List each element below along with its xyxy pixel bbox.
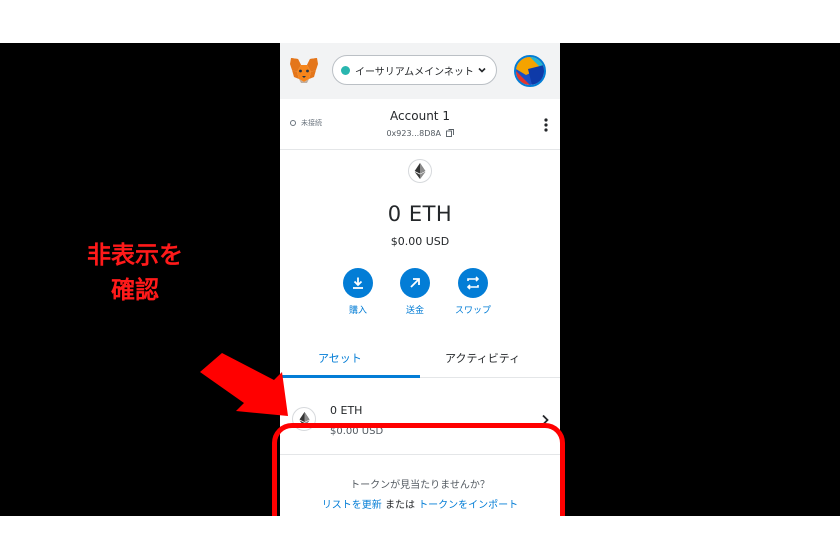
annotation-line-2: 確認 bbox=[111, 276, 159, 304]
highlight-frame bbox=[272, 423, 565, 516]
account-bar: 未接続 Account 1 0x923...8D8A bbox=[280, 99, 560, 150]
screenshot-stage: イーサリアムメインネット 未接続 Account 1 0x923...8D8A … bbox=[0, 43, 840, 516]
buy-button[interactable]: 購入 bbox=[328, 268, 388, 316]
buy-button-circle[interactable] bbox=[343, 268, 373, 298]
network-label: イーサリアムメインネット bbox=[355, 66, 474, 78]
metamask-fox-icon[interactable] bbox=[289, 56, 319, 84]
buy-label: 購入 bbox=[348, 306, 367, 316]
balance-amount: 0 ETH bbox=[387, 202, 453, 226]
copy-icon[interactable] bbox=[445, 129, 454, 137]
annotation-line-1: 非表示を bbox=[87, 241, 183, 269]
send-button-circle[interactable] bbox=[400, 268, 430, 298]
send-label: 送金 bbox=[405, 306, 424, 316]
asset-amount: 0 ETH bbox=[330, 404, 363, 417]
tab-active-indicator bbox=[280, 375, 420, 378]
tab-assets[interactable]: アセット bbox=[318, 350, 362, 366]
kebab-menu-icon[interactable] bbox=[544, 117, 548, 133]
arrow-up-right-icon bbox=[410, 278, 420, 288]
wallet-header: イーサリアムメインネット bbox=[280, 43, 560, 99]
chevron-down-icon bbox=[478, 67, 486, 73]
account-name[interactable]: Account 1 bbox=[280, 109, 560, 123]
network-status-dot bbox=[341, 65, 350, 75]
swap-button-circle[interactable] bbox=[458, 268, 488, 298]
swap-icon bbox=[466, 276, 480, 290]
account-address[interactable]: 0x923...8D8A bbox=[280, 129, 560, 138]
account-avatar[interactable] bbox=[514, 55, 546, 87]
tab-activity[interactable]: アクティビティ bbox=[445, 350, 520, 366]
account-address-text: 0x923...8D8A bbox=[386, 129, 441, 138]
download-icon bbox=[353, 277, 363, 289]
swap-button[interactable]: スワップ bbox=[443, 268, 503, 316]
ethereum-logo-icon bbox=[408, 159, 432, 183]
swap-label: スワップ bbox=[454, 306, 491, 316]
network-selector[interactable]: イーサリアムメインネット bbox=[332, 55, 497, 85]
send-button[interactable]: 送金 bbox=[385, 268, 445, 316]
balance-usd: $0.00 USD bbox=[390, 235, 450, 248]
avatar-identicon bbox=[516, 57, 544, 85]
annotation-arrow-icon bbox=[200, 353, 288, 416]
